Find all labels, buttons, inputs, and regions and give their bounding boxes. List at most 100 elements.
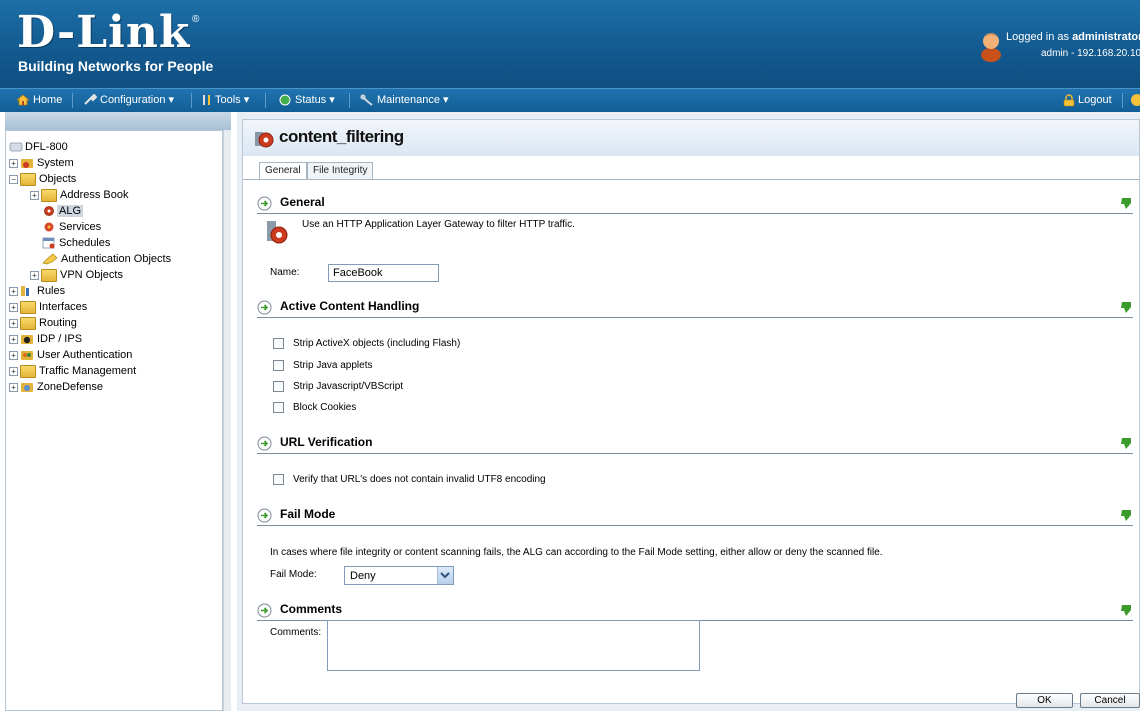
tree-item-address-book[interactable]: + Address Book <box>30 187 128 203</box>
strip-activex-label: Strip ActiveX objects (including Flash) <box>293 338 461 349</box>
tree-item-rules[interactable]: + Rules <box>9 283 65 299</box>
tree-item-idp-ips[interactable]: + IDP / IPS <box>9 331 82 347</box>
page-title-bar: content_filtering <box>243 120 1139 156</box>
name-input[interactable] <box>328 264 439 282</box>
sidebar-scrollbar[interactable] <box>223 130 231 711</box>
menu-logout[interactable]: Logout <box>1063 89 1112 112</box>
block-cookies-checkbox[interactable] <box>273 402 284 413</box>
expand-icon[interactable]: + <box>9 158 18 168</box>
menu-maintenance[interactable]: Maintenance ▾ <box>360 89 449 112</box>
login-username: administrator <box>1072 31 1140 43</box>
menu-home[interactable]: Home <box>16 89 62 112</box>
alg-gear-icon <box>44 206 54 216</box>
menu-separator <box>72 93 73 108</box>
address-book-icon <box>41 188 57 202</box>
folder-icon <box>41 268 57 282</box>
brand-tagline: Building Networks for People <box>18 58 214 74</box>
help-icon[interactable] <box>1119 436 1133 451</box>
folder-icon <box>20 172 36 186</box>
section-active-content-title: Active Content Handling <box>280 299 420 313</box>
content-area: content_filtering General File Integrity… <box>237 112 1140 711</box>
maintenance-icon <box>360 94 373 106</box>
expand-icon[interactable]: + <box>9 366 18 376</box>
sidebar-header <box>5 112 231 130</box>
tree-item-alg[interactable]: ALG <box>42 203 84 219</box>
expand-icon[interactable]: + <box>9 334 18 344</box>
strip-javascript-checkbox[interactable] <box>273 381 284 392</box>
verify-utf8-label: Verify that URL's does not contain inval… <box>293 474 546 485</box>
comments-textarea[interactable] <box>327 620 700 671</box>
expand-icon[interactable]: + <box>9 286 18 296</box>
menu-help[interactable] <box>1130 89 1140 112</box>
tree-item-routing[interactable]: + Routing <box>9 315 77 331</box>
status-icon <box>279 94 291 106</box>
zonedefense-icon <box>21 383 33 393</box>
expand-icon[interactable]: + <box>30 190 39 200</box>
strip-activex-checkbox[interactable] <box>273 338 284 349</box>
gear-icon <box>21 159 33 169</box>
tree-item-system[interactable]: + System <box>9 155 74 171</box>
tools-icon <box>203 95 210 106</box>
menu-status[interactable]: Status ▾ <box>278 89 335 112</box>
fail-mode-select[interactable]: Deny <box>344 566 454 585</box>
help-icon[interactable] <box>1119 603 1133 618</box>
folder-icon <box>20 300 36 314</box>
help-icon[interactable] <box>1119 300 1133 315</box>
section-url-verification-title: URL Verification <box>280 435 373 449</box>
menu-separator <box>349 93 350 108</box>
menu-tools[interactable]: Tools ▾ <box>202 89 249 112</box>
section-general: General <box>257 195 1133 214</box>
tree-item-authentication-objects[interactable]: Authentication Objects <box>42 251 171 267</box>
tab-divider <box>243 179 1139 180</box>
section-arrow-icon <box>257 196 272 211</box>
fail-mode-label: Fail Mode: <box>270 569 317 580</box>
strip-javascript-label: Strip Javascript/VBScript <box>293 381 404 392</box>
expand-icon[interactable]: + <box>9 350 18 360</box>
menu-configuration[interactable]: Configuration ▾ <box>83 89 174 112</box>
chevron-down-icon[interactable] <box>437 567 453 584</box>
section-arrow-icon <box>257 300 272 315</box>
expand-icon[interactable]: + <box>9 302 18 312</box>
menu-separator <box>1122 93 1123 108</box>
help-icon[interactable] <box>1119 196 1133 211</box>
expand-icon[interactable]: + <box>9 382 18 392</box>
tree-item-services[interactable]: Services <box>42 219 101 235</box>
tree-item-traffic-management[interactable]: + Traffic Management <box>9 363 136 379</box>
section-fail-mode-title: Fail Mode <box>280 507 336 521</box>
section-comments: Comments <box>257 602 1133 621</box>
menu-separator <box>265 93 266 108</box>
services-icon <box>44 222 54 232</box>
user-icon <box>981 33 1001 62</box>
cancel-button[interactable]: Cancel <box>1080 693 1140 708</box>
tree-item-user-authentication[interactable]: + User Authentication <box>9 347 132 363</box>
block-cookies-label: Block Cookies <box>293 402 357 413</box>
ok-button[interactable]: OK <box>1016 693 1073 708</box>
tree-item-interfaces[interactable]: + Interfaces <box>9 299 87 315</box>
strip-java-checkbox[interactable] <box>273 360 284 371</box>
tab-general[interactable]: General <box>259 162 307 180</box>
expand-icon[interactable]: + <box>9 318 18 328</box>
calendar-icon <box>42 237 55 249</box>
strip-java-label: Strip Java applets <box>293 360 373 371</box>
tree-item-vpn-objects[interactable]: + VPN Objects <box>30 267 123 283</box>
collapse-icon[interactable]: − <box>9 174 18 184</box>
menu-separator <box>191 93 192 108</box>
tree-item-root[interactable]: DFL-800 <box>9 139 68 155</box>
login-detail: admin - 192.168.20.10 <box>1041 48 1140 59</box>
wrench-icon <box>84 94 97 105</box>
expand-icon[interactable]: + <box>30 270 39 280</box>
key-icon <box>42 253 58 265</box>
section-arrow-icon <box>257 603 272 618</box>
tab-file-integrity[interactable]: File Integrity <box>307 162 374 179</box>
tree-item-zonedefense[interactable]: + ZoneDefense <box>9 379 103 395</box>
section-active-content: Active Content Handling <box>257 299 1133 318</box>
users-icon <box>21 351 33 361</box>
device-icon <box>9 142 23 152</box>
tree-item-schedules[interactable]: Schedules <box>42 235 110 251</box>
tree-item-objects[interactable]: − Objects <box>9 171 76 187</box>
content-panel: content_filtering General File Integrity… <box>242 119 1140 704</box>
help-icon[interactable] <box>1119 508 1133 523</box>
fail-mode-value: Deny <box>350 570 376 582</box>
verify-utf8-checkbox[interactable] <box>273 474 284 485</box>
section-url-verification: URL Verification <box>257 435 1133 454</box>
